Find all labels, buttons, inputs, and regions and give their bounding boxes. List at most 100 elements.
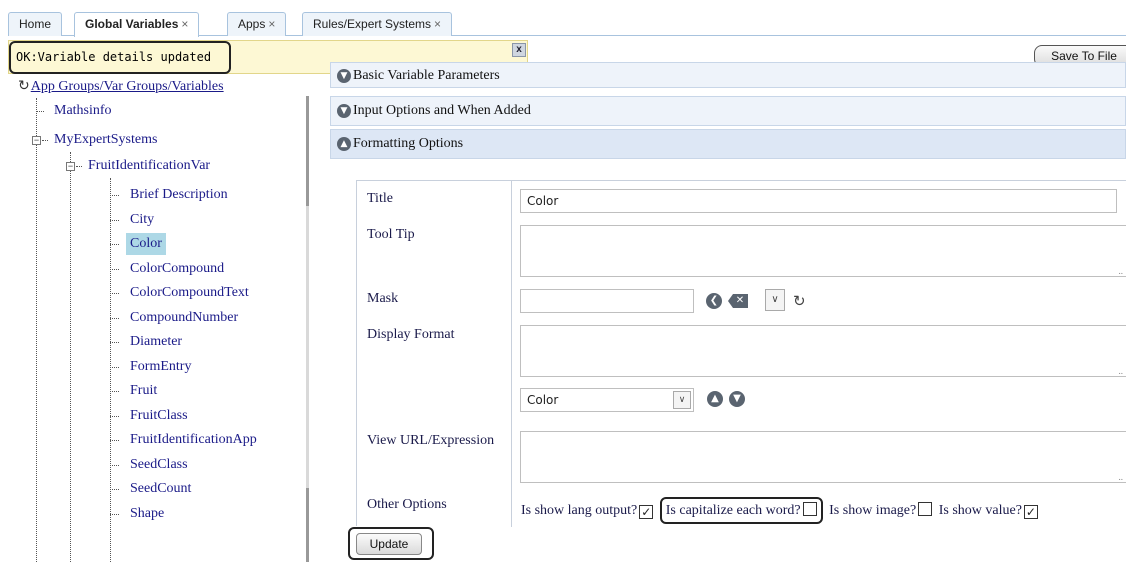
field-select-value: Color: [527, 393, 559, 407]
chevron-down-circle-icon: ▼: [337, 103, 351, 118]
collapse-icon[interactable]: −: [66, 162, 75, 171]
option-show-value[interactable]: Is show value? ✓: [939, 503, 1038, 519]
tree-connector: [36, 98, 37, 562]
tree-node-mathsinfo[interactable]: Mathsinfo: [50, 100, 116, 122]
tab-global-variables[interactable]: Global Variables ×: [74, 12, 200, 37]
tab-bar: Home Global Variables × Apps × Rules/Exper…: [8, 8, 1126, 37]
resize-grip-icon[interactable]: ..: [1119, 473, 1124, 482]
tree-connector: [42, 140, 48, 141]
tree-leaf[interactable]: Diameter: [126, 331, 186, 353]
tab-label: Home: [19, 17, 52, 31]
clear-icon[interactable]: ✕: [728, 294, 748, 308]
other-options-label: Other Options: [367, 497, 447, 512]
option-label: Is show image?: [829, 503, 917, 518]
tree-scrollbar[interactable]: [306, 96, 309, 562]
tree-connector: [110, 178, 111, 562]
display-format-label: Display Format: [367, 327, 455, 342]
scrollbar-thumb[interactable]: [306, 488, 309, 562]
field-select[interactable]: Color ∨: [520, 388, 694, 412]
tree-leaf[interactable]: Color: [126, 233, 166, 255]
tree-leaf[interactable]: FormEntry: [126, 356, 195, 378]
tree-connector: [110, 464, 119, 466]
accordion-label: Basic Variable Parameters: [353, 68, 500, 83]
formatting-form: Title Color Tool Tip .. Mask ❮ ✕ ∨ ↻ Dis…: [356, 180, 1126, 527]
tree-connector: [110, 293, 119, 294]
option-capitalize-each-word[interactable]: Is capitalize each word?: [659, 497, 823, 524]
tree-node-fruitidentificationvar[interactable]: FruitIdentificationVar: [84, 155, 214, 177]
notification-message: OK:Variable details updated: [9, 41, 231, 74]
tree-connector: [110, 391, 119, 392]
checkbox-unchecked-icon[interactable]: [802, 502, 817, 516]
option-show-lang-output[interactable]: Is show lang output? ✓: [521, 503, 654, 519]
tree-connector: [110, 195, 119, 196]
tree-connector: [110, 366, 119, 368]
title-label: Title: [367, 191, 393, 206]
tree-connector: [110, 440, 119, 441]
tree-connector: [110, 513, 119, 515]
checkbox-unchecked-icon[interactable]: [918, 502, 933, 516]
tree-node-myexpertsystems[interactable]: MyExpertSystems: [50, 129, 161, 151]
checkbox-checked-icon[interactable]: ✓: [1023, 505, 1038, 519]
tree-connector: [110, 489, 119, 490]
tree-leaf[interactable]: FruitIdentificationApp: [126, 429, 261, 451]
tree-connector: [110, 244, 119, 245]
collapse-icon[interactable]: −: [32, 136, 41, 145]
option-label: Is show lang output?: [521, 503, 638, 518]
tree-leaf[interactable]: Shape: [126, 503, 168, 525]
close-icon[interactable]: ×: [434, 17, 441, 31]
tree-leaf[interactable]: ColorCompound: [126, 258, 228, 280]
accordion-basic-parameters[interactable]: ▼ Basic Variable Parameters: [330, 62, 1126, 88]
tab-home[interactable]: Home: [8, 12, 63, 36]
option-label: Is show value?: [938, 503, 1022, 518]
close-icon[interactable]: ×: [268, 17, 275, 31]
accordion-input-options[interactable]: ▼ Input Options and When Added: [330, 96, 1126, 126]
tooltip-label: Tool Tip: [367, 227, 415, 242]
accordion-formatting-options[interactable]: ▲ Formatting Options: [330, 129, 1126, 159]
chevron-down-icon[interactable]: ∨: [765, 289, 785, 311]
tooltip-textarea[interactable]: ..: [520, 225, 1126, 277]
tree-leaf[interactable]: Fruit: [126, 380, 161, 402]
update-button-highlight: Update: [348, 527, 434, 560]
tree-connector: [110, 268, 119, 270]
chevron-down-circle-icon[interactable]: ▼: [729, 391, 745, 407]
column-divider: [511, 181, 512, 527]
tree-leaf[interactable]: SeedClass: [126, 454, 192, 476]
tree-connector: [110, 342, 119, 343]
tree-connector: [36, 111, 44, 112]
mask-input[interactable]: [520, 289, 694, 313]
tree-root[interactable]: ↻App Groups/Var Groups/Variables: [18, 78, 224, 95]
scrollbar-thumb[interactable]: [306, 96, 309, 206]
view-url-label: View URL/Expression: [367, 433, 495, 448]
refresh-icon[interactable]: ↻: [793, 293, 806, 309]
title-input[interactable]: Color: [520, 189, 1117, 213]
chevron-left-circle-icon[interactable]: ❮: [706, 293, 722, 309]
tree-connector: [110, 415, 119, 417]
variable-tree: ↻App Groups/Var Groups/Variables Mathsin…: [0, 74, 318, 562]
tree-leaf[interactable]: FruitClass: [126, 405, 192, 427]
tree-leaf[interactable]: SeedCount: [126, 478, 195, 500]
view-url-textarea[interactable]: ..: [520, 431, 1126, 483]
checkbox-checked-icon[interactable]: ✓: [639, 505, 654, 519]
tree-leaf[interactable]: CompoundNumber: [126, 307, 242, 329]
tab-apps[interactable]: Apps ×: [227, 12, 287, 36]
update-button[interactable]: Update: [356, 533, 422, 555]
tree-root-label[interactable]: App Groups/Var Groups/Variables: [31, 79, 224, 94]
tree-leaf[interactable]: Brief Description: [126, 184, 232, 206]
option-show-image[interactable]: Is show image?: [829, 502, 933, 519]
close-icon[interactable]: ×: [181, 17, 188, 31]
close-icon[interactable]: x: [512, 43, 526, 57]
mask-label: Mask: [367, 291, 399, 306]
chevron-down-icon[interactable]: ∨: [673, 391, 691, 409]
tab-label: Rules/Expert Systems: [313, 17, 432, 31]
tree-leaf[interactable]: ColorCompoundText: [126, 282, 253, 304]
tab-rules-expert-systems[interactable]: Rules/Expert Systems ×: [302, 12, 453, 36]
refresh-icon[interactable]: ↻: [18, 78, 30, 95]
chevron-up-circle-icon[interactable]: ▲: [707, 391, 723, 407]
display-format-textarea[interactable]: ..: [520, 325, 1126, 377]
accordion-label: Formatting Options: [353, 136, 464, 151]
resize-grip-icon[interactable]: ..: [1119, 267, 1124, 276]
resize-grip-icon[interactable]: ..: [1119, 367, 1124, 376]
tree-leaf[interactable]: City: [126, 209, 158, 231]
tab-label: Apps: [238, 17, 266, 31]
chevron-down-circle-icon: ▼: [337, 68, 351, 83]
